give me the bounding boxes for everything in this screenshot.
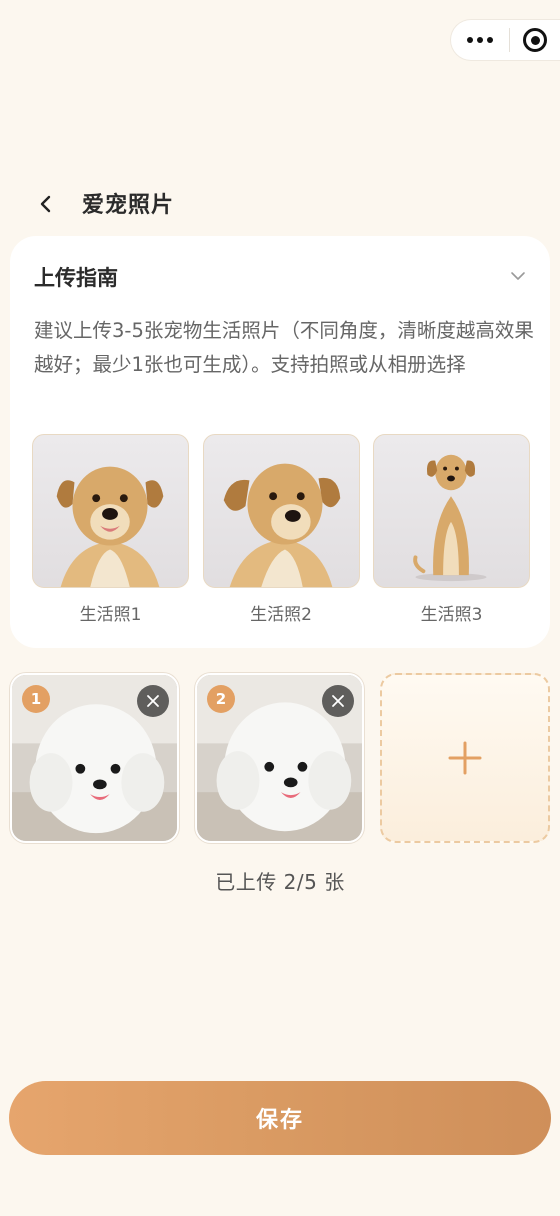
guide-description: 建议上传3-5张宠物生活照片（不同角度，清晰度越高效果越好；最少1张也可生成）。… — [34, 319, 534, 376]
guide-title: 上传指南 — [34, 266, 118, 290]
sample-label: 生活照2 — [250, 605, 312, 625]
upload-count: 已上传 2/5 张 — [215, 870, 345, 894]
add-photo-button[interactable] — [380, 673, 550, 843]
more-icon[interactable] — [451, 20, 509, 60]
sample-dog-image — [32, 434, 189, 588]
close-icon — [332, 695, 344, 707]
target-icon[interactable] — [510, 20, 560, 60]
uploaded-photo[interactable]: 1 — [10, 673, 179, 843]
back-icon — [40, 195, 51, 213]
photo-index-badge: 2 — [207, 685, 235, 713]
close-icon — [147, 695, 159, 707]
back-button[interactable] — [30, 188, 62, 220]
sample-dog-image — [373, 434, 530, 588]
sample-photos: 生活照1 生活照2 生活照3 — [32, 434, 530, 625]
upload-guide-card: 上传指南 建议上传3-5张宠物生活照片（不同角度，清晰度越高效果越好；最少1张也… — [10, 236, 550, 648]
uploaded-photo[interactable]: 2 — [195, 673, 364, 843]
uploaded-photos: 1 2 — [10, 673, 550, 843]
remove-photo-button[interactable] — [322, 685, 354, 717]
page-title: 爱宠照片 — [82, 193, 175, 218]
nav-header: 爱宠照片 — [0, 178, 560, 228]
sample-photo: 生活照3 — [373, 434, 530, 625]
sample-photo: 生活照2 — [202, 434, 360, 625]
photo-index-badge: 1 — [22, 685, 50, 713]
sample-label: 生活照1 — [79, 605, 142, 625]
plus-icon — [448, 741, 482, 775]
page: 爱宠照片 上传指南 建议上传3-5张宠物生活照片（不同角度，清晰度越高效果越好；… — [0, 0, 560, 1216]
sample-photo: 生活照1 — [32, 434, 189, 625]
mini-program-capsule — [450, 19, 560, 61]
chevron-down-icon[interactable] — [508, 266, 528, 286]
sample-dog-image — [202, 434, 360, 588]
remove-photo-button[interactable] — [137, 685, 169, 717]
sample-label: 生活照3 — [420, 605, 483, 625]
save-button[interactable]: 保存 — [9, 1081, 551, 1155]
